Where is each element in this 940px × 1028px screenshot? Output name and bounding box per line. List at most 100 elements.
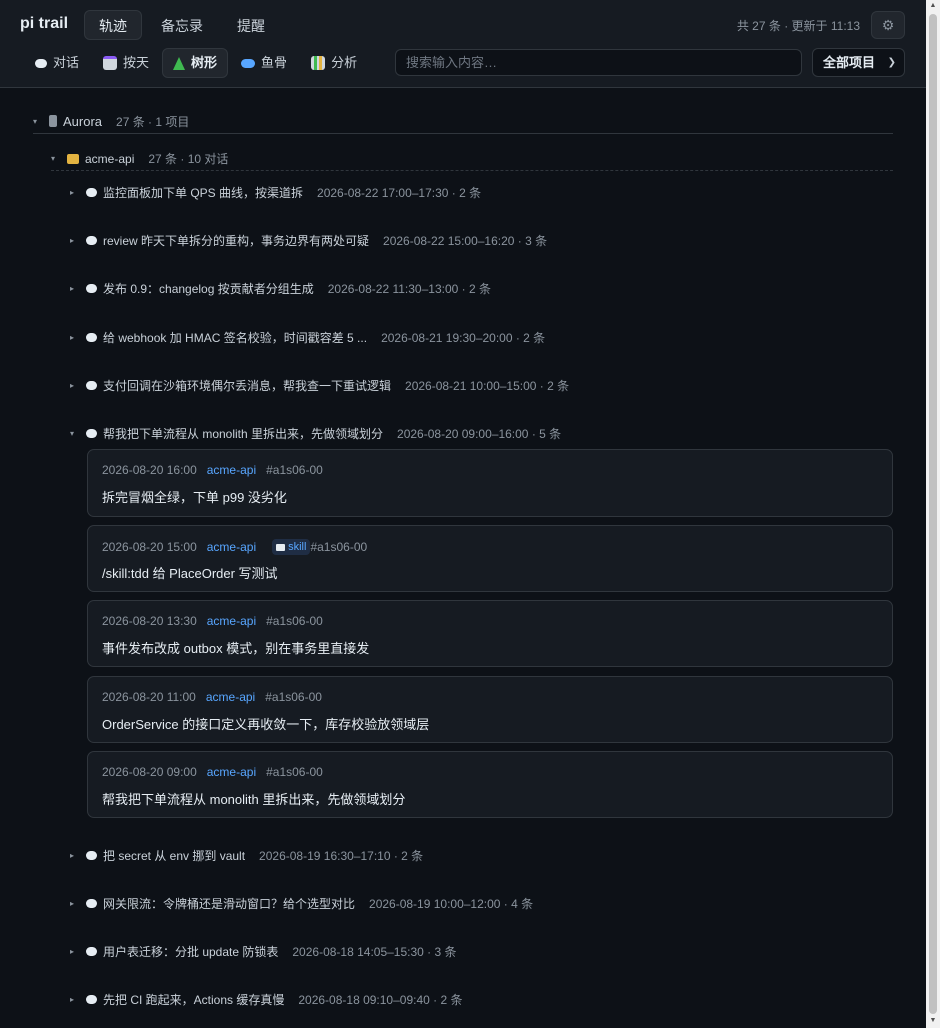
entry-time: 2026-08-20 11:00 — [102, 690, 196, 704]
entry-meta: 2026-08-20 11:00 acme-api #a1s06-00 — [102, 690, 322, 704]
project-node[interactable]: ▾ Aurora 27 条 · 1 项目 — [33, 109, 893, 134]
folder-count: 27 条 · 10 对话 — [148, 152, 229, 166]
main-tabs: 轨迹 备忘录 提醒 — [84, 10, 280, 40]
expand-toggle-icon[interactable]: ▸ — [70, 188, 80, 197]
entry-time: 2026-08-20 13:30 — [102, 614, 197, 628]
conversation-title: 发布 0.9：changelog 按贡献者分组生成 — [103, 281, 314, 296]
view-tree[interactable]: 树形 — [162, 48, 229, 78]
expand-toggle-icon[interactable]: ▸ — [70, 947, 80, 956]
speech-bubble-icon — [86, 380, 97, 390]
conversation-meta: 2026-08-19 16:30–17:10 · 2 条 — [259, 848, 424, 863]
fish-icon — [241, 58, 256, 68]
conversation-meta: 2026-08-20 09:00–16:00 · 5 条 — [397, 426, 562, 441]
entry-time: 2026-08-20 09:00 — [102, 765, 197, 779]
folder-name: acme-api — [85, 151, 135, 166]
entry-meta: 2026-08-20 13:30 acme-api #a1s06-00 — [102, 614, 323, 628]
tab-trail[interactable]: 轨迹 — [84, 10, 142, 40]
entry-card[interactable]: 2026-08-20 13:30 acme-api #a1s06-00 事件发布… — [87, 600, 893, 667]
conversation-node[interactable]: ▸ review 昨天下单拆分的重构，事务边界有两处可疑 2026-08-22 … — [70, 230, 547, 250]
collapse-toggle-icon[interactable]: ▾ — [70, 429, 80, 438]
conversation-meta: 2026-08-22 15:00–16:20 · 3 条 — [383, 233, 548, 248]
expand-toggle-icon[interactable]: ▸ — [70, 995, 80, 1004]
entry-project-link[interactable]: acme-api — [207, 463, 256, 477]
conversation-node[interactable]: ▸ 发布 0.9：changelog 按贡献者分组生成 2026-08-22 1… — [70, 278, 491, 298]
expand-toggle-icon[interactable]: ▸ — [70, 236, 80, 245]
expand-toggle-icon[interactable]: ▸ — [70, 381, 80, 390]
conversation-meta: 2026-08-18 14:05–15:30 · 3 条 — [292, 944, 457, 959]
top-bar: pi trail 轨迹 备忘录 提醒 共 27 条 · 更新于 11:13 ⚙ … — [0, 0, 926, 88]
entry-project-link[interactable]: acme-api — [207, 765, 256, 779]
conversation-node[interactable]: ▸ 先把 CI 跑起来，Actions 缓存真慢 2026-08-18 09:1… — [70, 989, 462, 1009]
chevron-down-icon: ❯ — [887, 57, 896, 68]
speech-bubble-icon — [86, 428, 97, 438]
view-label: 对话 — [53, 55, 80, 70]
view-fishbone[interactable]: 鱼骨 — [230, 48, 298, 78]
expand-toggle-icon[interactable]: ▸ — [70, 333, 80, 342]
vertical-scrollbar[interactable]: ▲ ▼ — [926, 0, 940, 1028]
entry-id: #a1s06-00 — [266, 463, 323, 477]
scroll-up-arrow-icon[interactable]: ▲ — [929, 2, 937, 10]
speech-bubble-icon — [86, 898, 97, 908]
expand-toggle-icon[interactable]: ▸ — [70, 284, 80, 293]
conversation-node[interactable]: ▸ 把 secret 从 env 挪到 vault 2026-08-19 16:… — [70, 845, 423, 865]
conversation-node[interactable]: ▸ 支付回调在沙箱环境偶尔丢消息，帮我查一下重试逻辑 2026-08-21 10… — [70, 375, 569, 395]
view-analysis[interactable]: 分析 — [300, 48, 368, 78]
conversation-title: 先把 CI 跑起来，Actions 缓存真慢 — [103, 992, 285, 1007]
view-switcher: 对话 按天 树形 鱼骨 分析 — [24, 48, 368, 78]
entry-text: 拆完冒烟全绿，下单 p99 没劣化 — [102, 490, 287, 505]
speech-bubble-icon — [86, 946, 97, 956]
conversation-node[interactable]: ▸ 监控面板加下单 QPS 曲线，按渠道拆 2026-08-22 17:00–1… — [70, 182, 481, 202]
conversation-meta: 2026-08-18 09:10–09:40 · 2 条 — [298, 992, 463, 1007]
bar-chart-icon — [311, 56, 326, 70]
entry-card[interactable]: 2026-08-20 09:00 acme-api #a1s06-00 帮我把下… — [87, 751, 893, 818]
speech-bubble-icon — [86, 994, 97, 1004]
view-chat[interactable]: 对话 — [24, 48, 90, 78]
expand-toggle-icon[interactable]: ▸ — [70, 851, 80, 860]
entry-card[interactable]: 2026-08-20 16:00 acme-api #a1s06-00 拆完冒烟… — [87, 449, 893, 517]
gear-icon: ⚙ — [881, 17, 895, 33]
badge-label: skill — [288, 541, 307, 553]
tree-icon — [173, 56, 186, 70]
conversation-meta: 2026-08-21 10:00–15:00 · 2 条 — [405, 378, 570, 393]
scrollbar-thumb[interactable] — [929, 14, 937, 1014]
collapse-toggle-icon[interactable]: ▾ — [51, 154, 61, 163]
speech-bubble-icon — [86, 187, 97, 197]
project-count: 27 条 · 1 项目 — [116, 114, 190, 129]
project-filter-select[interactable]: 全部项目 ❯ — [812, 48, 905, 77]
entry-card[interactable]: 2026-08-20 15:00 acme-api skill #a1s06-0… — [87, 525, 893, 592]
scroll-down-arrow-icon[interactable]: ▼ — [929, 1017, 937, 1025]
folder-node[interactable]: ▾ acme-api 27 条 · 10 对话 — [51, 147, 893, 171]
speech-bubble-icon — [86, 283, 97, 293]
tree-view: ▾ Aurora 27 条 · 1 项目 ▾ acme-api 27 条 · 1… — [0, 89, 926, 1028]
view-by-day[interactable]: 按天 — [92, 48, 160, 78]
collapse-toggle-icon[interactable]: ▾ — [33, 117, 43, 126]
entry-meta: 2026-08-20 16:00 acme-api #a1s06-00 — [102, 463, 323, 477]
entry-meta: 2026-08-20 09:00 acme-api #a1s06-00 — [102, 765, 323, 779]
app-title: pi trail — [20, 15, 69, 32]
select-value: 全部项目 — [823, 55, 876, 70]
conversation-node[interactable]: ▸ 网关限流：令牌桶还是滑动窗口？给个选型对比 2026-08-19 10:00… — [70, 893, 533, 913]
settings-button[interactable]: ⚙ — [871, 11, 905, 39]
tab-memo[interactable]: 备忘录 — [146, 10, 218, 40]
entry-project-link[interactable]: acme-api — [207, 540, 256, 554]
conversation-node[interactable]: ▸ 用户表迁移：分批 update 防锁表 2026-08-18 14:05–1… — [70, 941, 457, 961]
view-label: 树形 — [191, 55, 218, 70]
conversation-meta: 2026-08-22 11:30–13:00 · 2 条 — [327, 281, 491, 296]
expand-toggle-icon[interactable]: ▸ — [70, 899, 80, 908]
tab-reminder[interactable]: 提醒 — [222, 10, 280, 40]
calendar-icon — [103, 56, 118, 70]
view-label: 按天 — [123, 55, 150, 70]
entry-project-link[interactable]: acme-api — [207, 614, 256, 628]
conversation-node-expanded[interactable]: ▾ 帮我把下单流程从 monolith 里拆出来，先做领域划分 2026-08-… — [70, 423, 561, 443]
book-icon — [276, 543, 286, 551]
folder-icon — [67, 153, 79, 164]
conversation-node[interactable]: ▸ 给 webhook 加 HMAC 签名校验，时间戳容差 5 ... 2026… — [70, 327, 545, 347]
entry-id: #a1s06-00 — [310, 540, 368, 554]
view-label: 分析 — [331, 55, 358, 70]
speech-bubble-icon — [86, 235, 97, 245]
entry-card[interactable]: 2026-08-20 11:00 acme-api #a1s06-00 Orde… — [87, 676, 893, 743]
entry-project-link[interactable]: acme-api — [206, 690, 255, 704]
conversation-title: 支付回调在沙箱环境偶尔丢消息，帮我查一下重试逻辑 — [103, 378, 392, 393]
entry-text: 帮我把下单流程从 monolith 里拆出来，先做领域划分 — [102, 792, 406, 807]
search-input[interactable] — [395, 49, 802, 76]
